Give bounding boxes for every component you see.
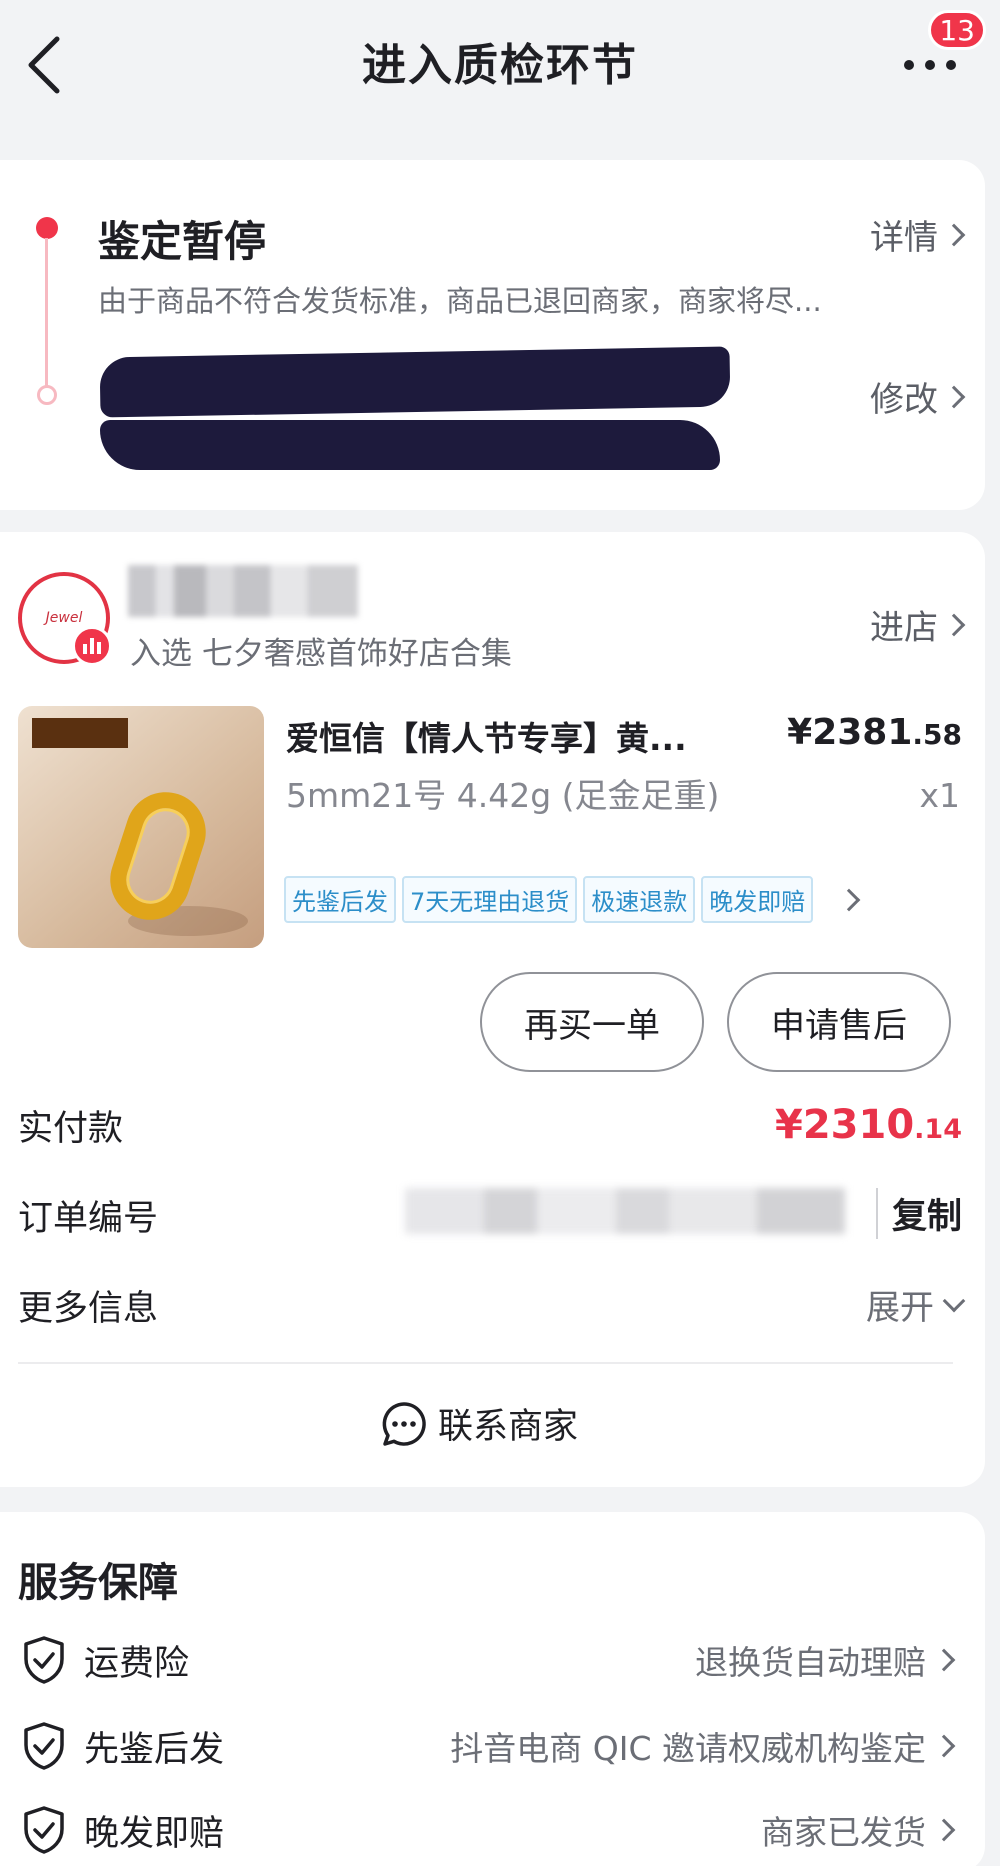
service-value-text: 商家已发货 [761,1813,926,1852]
product-price: ¥2381.58 [787,712,962,753]
paid-decimal: .14 [914,1114,962,1145]
tag-7day-return: 7天无理由退货 [402,876,578,923]
tag-late-compensation: 晚发即赔 [701,876,814,923]
chevron-right-icon [932,1734,956,1758]
service-value: 退换货自动理赔 [695,1636,956,1684]
order-number-label: 订单编号 [18,1199,159,1239]
shop-subtitle: 入选 七夕奢感首饰好店合集 [130,636,512,672]
chevron-right-icon [942,223,966,246]
service-label: 运费险 [84,1643,190,1684]
modify-link-label: 修改 [870,380,938,420]
service-value: 商家已发货 [761,1806,956,1854]
tag-fast-refund: 极速退款 [583,876,696,923]
service-row-late-compensation[interactable]: 晚发即赔 商家已发货 [22,1800,956,1860]
service-value: 抖音电商 QIC 邀请权威机构鉴定 [450,1722,956,1770]
order-number-blurred [405,1188,845,1234]
chevron-right-icon [942,613,966,636]
product-title[interactable]: 爱恒信【情人节专享】黄... [286,712,746,760]
chevron-right-icon [942,385,966,408]
contact-merchant-button[interactable]: 联系商家 [380,1398,578,1449]
tag-inspect-first: 先鉴后发 [284,876,396,923]
chevron-right-icon [837,888,861,911]
chevron-right-icon [932,1648,956,1672]
enter-shop-label: 进店 [870,608,938,648]
service-value-text: 退换货自动理赔 [695,1643,926,1682]
shop-avatar[interactable]: Jewel [18,572,112,666]
service-tags[interactable]: 先鉴后发 7天无理由退货 极速退款 晚发即赔 [284,876,861,923]
service-row-inspect-first[interactable]: 先鉴后发 抖音电商 QIC 邀请权威机构鉴定 [22,1716,956,1776]
shield-check-icon [24,1722,64,1770]
back-arrow-icon [28,36,60,94]
product-image[interactable] [18,706,264,948]
top-nav-bar: 进入质检环节 13 [0,0,1000,130]
chevron-right-icon [932,1818,956,1842]
details-link[interactable]: 详情 [870,210,966,259]
timeline-line [45,238,48,388]
after-sale-button[interactable]: 申请售后 [727,972,951,1072]
expand-button[interactable]: 展开 [866,1280,966,1329]
service-value-text: 抖音电商 QIC 邀请权威机构鉴定 [450,1729,926,1768]
chat-bubble-icon [382,1401,426,1446]
service-title: 服务保障 [18,1560,178,1606]
shield-check-icon [24,1806,64,1854]
service-label: 先鉴后发 [84,1729,225,1770]
product-quantity: x1 [919,776,960,815]
copy-button[interactable]: 复制 [875,1188,962,1239]
status-title: 鉴定暂停 [98,217,267,266]
redacted-contact [100,420,720,470]
expand-label: 展开 [866,1288,934,1328]
details-link-label: 详情 [870,218,938,258]
shop-rank-icon [72,626,112,666]
price-main: ¥2381 [787,712,913,753]
shield-check-icon [24,1636,64,1684]
enter-shop-link[interactable]: 进店 [870,600,966,649]
rebuy-button[interactable]: 再买一单 [480,972,704,1072]
product-spec: 5mm21号 4.42g (足金足重) [286,776,720,815]
price-decimal: .58 [912,718,962,751]
service-row-shipping-insurance[interactable]: 运费险 退换货自动理赔 [22,1630,956,1690]
timeline-active-dot [36,217,58,239]
more-dots-icon [904,60,956,70]
brand-tag-image [32,718,128,748]
notification-badge: 13 [928,10,986,50]
back-button[interactable] [14,30,74,100]
paid-amount: ¥2310.14 [775,1102,962,1148]
contact-merchant-label: 联系商家 [438,1407,579,1447]
status-description: 由于商品不符合发货标准，商品已退回商家，商家将尽... [98,284,822,318]
shop-name-blurred[interactable] [128,565,358,617]
redacted-address [99,346,731,418]
paid-label: 实付款 [18,1109,124,1149]
chevron-down-icon [942,1289,966,1312]
divider [18,1362,953,1364]
service-label: 晚发即赔 [84,1813,225,1854]
more-info-label: 更多信息 [18,1289,159,1329]
page-title: 进入质检环节 [362,40,638,91]
paid-main: ¥2310 [774,1102,915,1148]
modify-address-link[interactable]: 修改 [870,372,966,421]
timeline-ring [37,385,57,405]
